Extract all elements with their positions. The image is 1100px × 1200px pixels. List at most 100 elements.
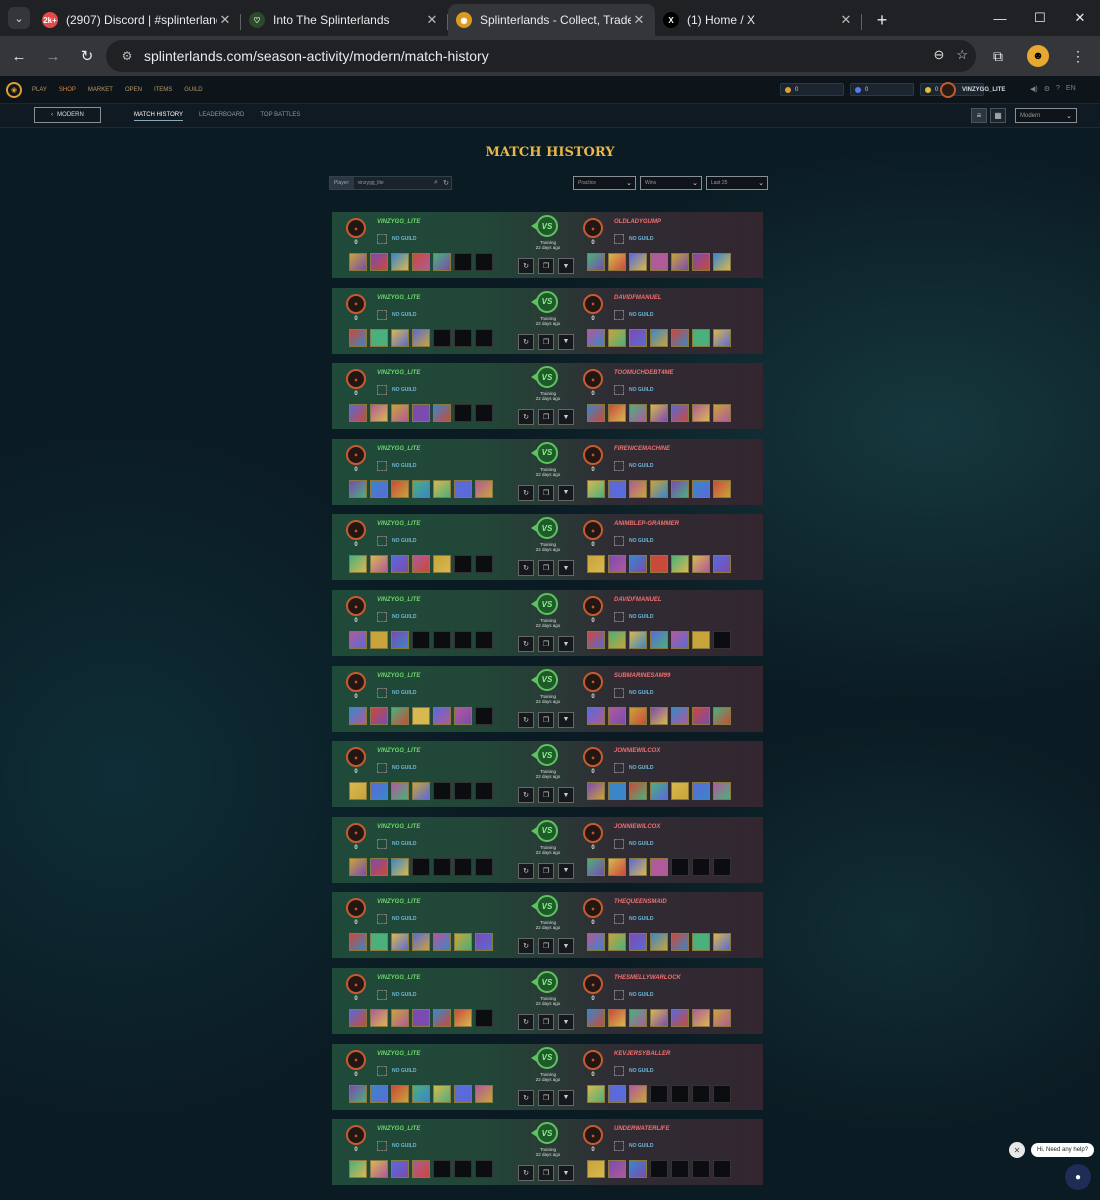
replay-icon[interactable]: ↻ [518, 711, 534, 728]
player-name[interactable]: VINZYGG_LITE [377, 975, 420, 981]
card-icon[interactable] [608, 479, 626, 498]
match-row[interactable]: ◆ 0 VINZYGG_LITE NO GUILD VS Training 22 days … [332, 514, 763, 581]
opponent-name[interactable]: JONNIEWILCOX [614, 824, 660, 830]
card-icon[interactable] [650, 631, 668, 649]
card-icon[interactable] [370, 857, 388, 876]
card-icon[interactable] [370, 1009, 388, 1027]
help-icon[interactable]: ? [1056, 85, 1060, 93]
card-icon[interactable] [692, 328, 710, 347]
expand-chevron-icon[interactable]: ▼ [558, 560, 574, 577]
card-icon[interactable] [629, 328, 647, 347]
card-icon[interactable] [370, 1160, 388, 1179]
card-icon[interactable] [349, 253, 367, 271]
card-icon[interactable] [412, 328, 430, 347]
browser-tab[interactable]: ♡ Into The Splinterlands ✕ [241, 6, 448, 34]
opponent-name[interactable]: DAVIDFMANUEL [614, 295, 662, 301]
bookmark-star-icon[interactable]: ☆ [956, 47, 968, 63]
minimize-icon[interactable]: — [980, 0, 1020, 36]
card-icon[interactable] [608, 555, 626, 574]
match-row[interactable]: ◆ 0 VINZYGG_LITE NO GUILD VS Training 22 days … [332, 741, 763, 808]
opponent-name[interactable]: ANIMBLEP-GRAMMER [614, 521, 679, 527]
card-icon[interactable] [587, 1084, 605, 1103]
match-row[interactable]: ◆ 0 VINZYGG_LITE NO GUILD VS Training 22 days … [332, 1043, 763, 1110]
copy-icon[interactable]: ❐ [538, 560, 554, 577]
card-icon[interactable] [433, 1009, 451, 1027]
card-icon[interactable] [629, 782, 647, 801]
card-icon[interactable] [391, 1160, 409, 1179]
card-icon[interactable] [412, 1084, 430, 1103]
card-icon[interactable] [370, 933, 388, 952]
copy-icon[interactable]: ❐ [538, 1165, 554, 1182]
opponent-name[interactable]: JONNIEWILCOX [614, 748, 660, 754]
card-icon[interactable] [412, 933, 430, 952]
replay-icon[interactable]: ↻ [518, 1089, 534, 1106]
tab-search-icon[interactable]: ⌄ [8, 7, 30, 29]
card-icon[interactable] [629, 631, 647, 649]
close-window-icon[interactable]: ✕ [1060, 0, 1100, 36]
card-icon[interactable] [692, 631, 710, 649]
opponent-name[interactable]: SUBMARINESAM99 [614, 673, 670, 679]
opponent-name[interactable]: OLDLADYGUMP [614, 219, 661, 225]
card-icon[interactable] [349, 1160, 367, 1179]
card-icon[interactable] [671, 1009, 689, 1027]
card-icon[interactable] [391, 404, 409, 423]
opponent-name[interactable]: TOOMUCHDEBT4ME [614, 370, 674, 376]
card-icon[interactable] [713, 782, 731, 801]
extensions-icon[interactable]: ⧉ [984, 42, 1012, 70]
card-icon[interactable] [671, 933, 689, 952]
opponent-name[interactable]: DAVIDFMANUEL [614, 597, 662, 603]
card-icon[interactable] [650, 706, 668, 725]
card-icon[interactable] [391, 328, 409, 347]
card-icon[interactable] [671, 782, 689, 801]
new-tab-icon[interactable]: + [868, 6, 896, 34]
menu-item-market[interactable]: MARKET [88, 87, 113, 93]
wallet-balance[interactable]: 0 [850, 83, 914, 96]
menu-item-guild[interactable]: GUILD [184, 87, 202, 93]
card-icon[interactable] [412, 1160, 430, 1179]
card-icon[interactable] [391, 1009, 409, 1027]
card-icon[interactable] [587, 933, 605, 952]
expand-chevron-icon[interactable]: ▼ [558, 636, 574, 652]
card-icon[interactable] [391, 555, 409, 574]
menu-item-shop[interactable]: SHOP [59, 87, 76, 93]
card-icon[interactable] [587, 1160, 605, 1179]
splinterlands-logo-icon[interactable]: ◉ [6, 81, 22, 98]
card-icon[interactable] [587, 1009, 605, 1027]
card-icon[interactable] [349, 933, 367, 952]
card-icon[interactable] [587, 782, 605, 801]
copy-icon[interactable]: ❐ [538, 636, 554, 652]
card-icon[interactable] [629, 1084, 647, 1103]
card-icon[interactable] [629, 253, 647, 271]
card-icon[interactable] [692, 253, 710, 271]
player-name[interactable]: VINZYGG_LITE [377, 1126, 420, 1132]
card-icon[interactable] [433, 555, 451, 574]
card-icon[interactable] [608, 1084, 626, 1103]
opponent-name[interactable]: THEQUEENSMAID [614, 899, 667, 905]
forward-icon[interactable]: → [38, 41, 68, 71]
card-icon[interactable] [587, 857, 605, 876]
card-icon[interactable] [349, 782, 367, 801]
opponent-name[interactable]: UNDERWATERLIFE [614, 1126, 669, 1132]
card-icon[interactable] [629, 1160, 647, 1179]
card-icon[interactable] [713, 404, 731, 423]
wallet-balance[interactable]: 0 [780, 83, 844, 96]
card-icon[interactable] [370, 631, 388, 649]
replay-icon[interactable]: ↻ [518, 258, 534, 274]
card-icon[interactable] [349, 555, 367, 574]
card-icon[interactable] [349, 328, 367, 347]
card-icon[interactable] [629, 706, 647, 725]
card-icon[interactable] [713, 706, 731, 725]
card-icon[interactable] [412, 479, 430, 498]
card-icon[interactable] [650, 782, 668, 801]
card-icon[interactable] [650, 404, 668, 423]
player-name[interactable]: VINZYGG_LITE [377, 295, 420, 301]
card-icon[interactable] [370, 404, 388, 423]
back-icon[interactable]: ← [4, 41, 34, 71]
copy-icon[interactable]: ❐ [538, 258, 554, 274]
card-icon[interactable] [391, 857, 409, 876]
expand-chevron-icon[interactable]: ▼ [558, 938, 574, 955]
match-row[interactable]: ◆ 0 VINZYGG_LITE NO GUILD VS Training 22 days … [332, 892, 763, 959]
card-icon[interactable] [587, 253, 605, 271]
card-icon[interactable] [370, 555, 388, 574]
card-icon[interactable] [349, 706, 367, 725]
